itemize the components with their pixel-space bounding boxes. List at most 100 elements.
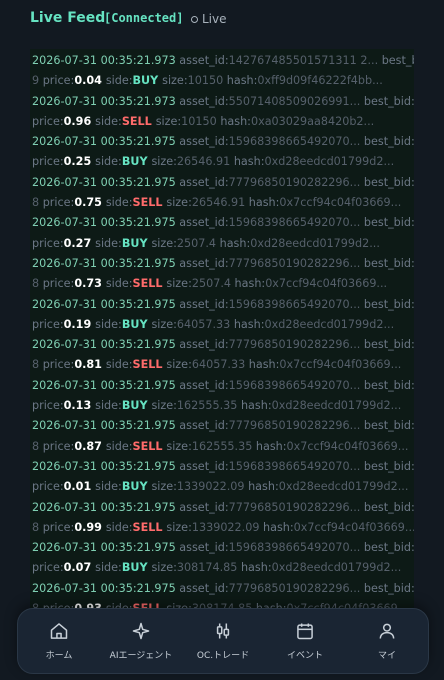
nav-label: マイ	[377, 651, 396, 661]
feed-line: 2026-07-31 00:35:21.973 asset_id:1427674…	[32, 51, 414, 71]
field-value: 142767485501571311 2...	[228, 54, 382, 67]
bottom-nav: ホーム AIエージェント OC.トレード イベント マイ	[17, 608, 429, 674]
feed-line: 2026-07-31 00:35:21.975 asset_id:7779685…	[32, 335, 414, 355]
live-feed-log[interactable]: 2026-07-31 00:35:21.973 asset_id: 1427674…	[30, 49, 414, 619]
field-value: 15968398665492070...	[228, 297, 364, 311]
field-key: size:	[151, 155, 177, 169]
field-key: side:	[95, 114, 122, 128]
price-value: 0.01	[63, 480, 96, 494]
field-key: asset_id:	[179, 135, 229, 149]
field-key: hash:	[248, 480, 279, 494]
feed-line: 2026-07-31 00:35:21.975 asset_id:1596839…	[32, 132, 414, 152]
nav-item-oc-trade[interactable]: OC.トレード	[185, 621, 261, 661]
timestamp: 2026-07-31 00:35:21.973	[32, 54, 180, 67]
side-sell: SELL	[132, 439, 167, 453]
field-value: 64057.33	[191, 358, 249, 372]
timestamp: 2026-07-31 00:35:21.975	[32, 419, 180, 433]
nav-item-ai-agent[interactable]: AIエージェント	[103, 621, 179, 661]
field-key: side:	[95, 236, 122, 250]
field-value: 0xd28eedcd01799d2...	[264, 155, 395, 169]
calendar-icon	[297, 623, 313, 640]
live-label: Live	[202, 12, 227, 26]
field-key: asset_id:	[179, 378, 229, 392]
field-key: hash:	[248, 358, 280, 372]
timestamp: 2026-07-31 00:35:21.973	[32, 94, 180, 108]
field-key: asset_id:	[179, 500, 229, 514]
field-value: 8	[32, 196, 43, 210]
field-value: 162555.35	[176, 399, 241, 413]
side-sell: SELL	[132, 520, 167, 534]
header: Live Feed [Connected] Live	[0, 0, 444, 44]
field-key: size:	[166, 358, 192, 372]
field-value: 308174.85	[176, 561, 241, 575]
field-key: size:	[166, 277, 192, 291]
field-key: best_bid:	[363, 216, 414, 230]
field-value: 162555.35	[191, 439, 256, 453]
nav-item-home[interactable]: ホーム	[21, 621, 97, 661]
field-key: price:	[42, 74, 75, 88]
field-value: 8	[32, 520, 43, 534]
field-key: side:	[95, 561, 122, 575]
field-value: 2507.4	[191, 277, 235, 291]
field-key: price:	[42, 196, 75, 210]
side-buy: BUY	[121, 561, 152, 575]
field-value: 77796850190282296...	[228, 581, 364, 595]
field-key: price:	[32, 236, 64, 250]
field-key: side:	[105, 277, 133, 291]
nav-item-my[interactable]: マイ	[349, 621, 425, 661]
field-key: asset_id:	[179, 175, 229, 189]
field-key: asset_id:	[179, 216, 229, 230]
field-value: 0xd28eedcd01799d2...	[271, 561, 402, 575]
feed-line: 2026-07-31 00:35:21.975 asset_id:7779685…	[32, 254, 414, 274]
field-key: price:	[42, 439, 75, 453]
page-title: Live Feed	[30, 10, 106, 26]
field-value: 0xd28eedcd01799d2...	[264, 317, 395, 331]
feed-line: 8 price:0.99 side:SELL size:1339022.09 h…	[32, 518, 414, 538]
field-value: 0x7ccf94c04f03669...	[279, 196, 402, 210]
field-value: 0x7ccf94c04f03669...	[279, 358, 402, 372]
candlestick-icon	[216, 623, 230, 639]
field-key: best_bid:	[363, 338, 414, 352]
field-value: 0xd28eedcd01799d2...	[250, 236, 380, 250]
field-key: price:	[32, 114, 64, 128]
side-buy: BUY	[132, 74, 163, 88]
timestamp: 2026-07-31 00:35:21.975	[32, 338, 180, 352]
field-key: best_bid:	[363, 459, 414, 473]
field-key: best_bid:	[363, 175, 414, 189]
field-value: 0xd28eedcd01799d2...	[271, 399, 402, 413]
field-key: hash:	[233, 317, 265, 331]
field-value: 8	[32, 358, 43, 372]
field-value: 0x7ccf94c04f03669...	[293, 520, 414, 534]
side-sell: SELL	[132, 358, 167, 372]
field-key: price:	[42, 520, 75, 534]
field-value: 2507.4	[176, 236, 220, 250]
field-value: 15968398665492070...	[228, 135, 364, 149]
feed-line: price:0.19 side:BUY size:64057.33 hash:0…	[32, 315, 414, 335]
side-buy: BUY	[121, 399, 152, 413]
field-key: size:	[151, 480, 177, 494]
nav-item-events[interactable]: イベント	[267, 621, 343, 661]
price-value: 0.96	[63, 114, 96, 128]
field-key: asset_id:	[179, 419, 229, 433]
field-key: asset_id:	[179, 459, 229, 473]
field-key: side:	[105, 358, 133, 372]
field-value: 77796850190282296...	[228, 175, 364, 189]
field-key: size:	[155, 114, 182, 128]
field-key: hash:	[219, 236, 251, 250]
price-value: 0.87	[74, 439, 106, 453]
price-value: 0.13	[63, 399, 96, 413]
timestamp: 2026-07-31 00:35:21.975	[32, 297, 180, 311]
field-key: asset_id:	[179, 581, 229, 595]
timestamp: 2026-07-31 00:35:21.975	[32, 581, 180, 595]
sparkle-icon	[132, 622, 150, 640]
field-key: side:	[105, 439, 133, 453]
field-key: hash:	[234, 277, 266, 291]
field-key: size:	[151, 317, 177, 331]
timestamp: 2026-07-31 00:35:21.975	[32, 175, 180, 189]
field-value: 10150	[181, 114, 221, 128]
field-key: hash:	[233, 155, 265, 169]
side-sell: SELL	[132, 277, 167, 291]
field-value: 26546.91	[191, 196, 249, 210]
field-key: hash:	[240, 399, 272, 413]
field-key: best_bid:	[363, 500, 414, 514]
